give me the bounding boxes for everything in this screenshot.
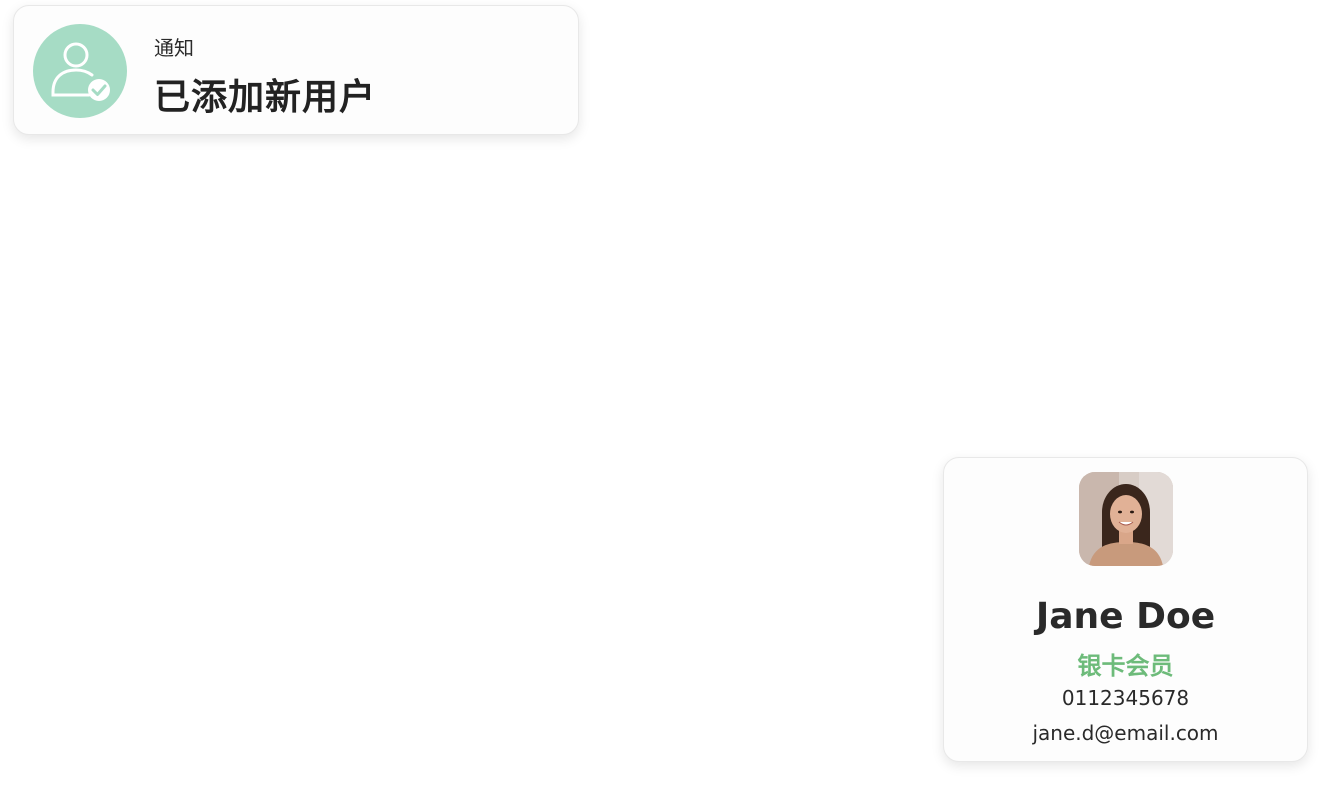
- user-added-icon: [33, 24, 127, 118]
- email-address[interactable]: jane.d@email.com: [944, 721, 1307, 745]
- avatar: [1079, 472, 1173, 566]
- notification-title: 已添加新用户: [154, 77, 377, 118]
- phone-number: 0112345678: [1061, 686, 1190, 710]
- user-profile-card[interactable]: Jane Doe 银卡会员 0112345678 jane.d@email.co…: [943, 457, 1308, 762]
- new-user-notification[interactable]: 通知 已添加新用户: [13, 5, 579, 135]
- page: 通知 已添加新用户 Jane Doe 银卡会员 0112345678 jane.…: [0, 0, 1322, 785]
- membership-tier: 银卡会员: [1077, 652, 1174, 680]
- profile-name: Jane Doe: [1035, 596, 1216, 637]
- notification-label: 通知: [154, 36, 194, 60]
